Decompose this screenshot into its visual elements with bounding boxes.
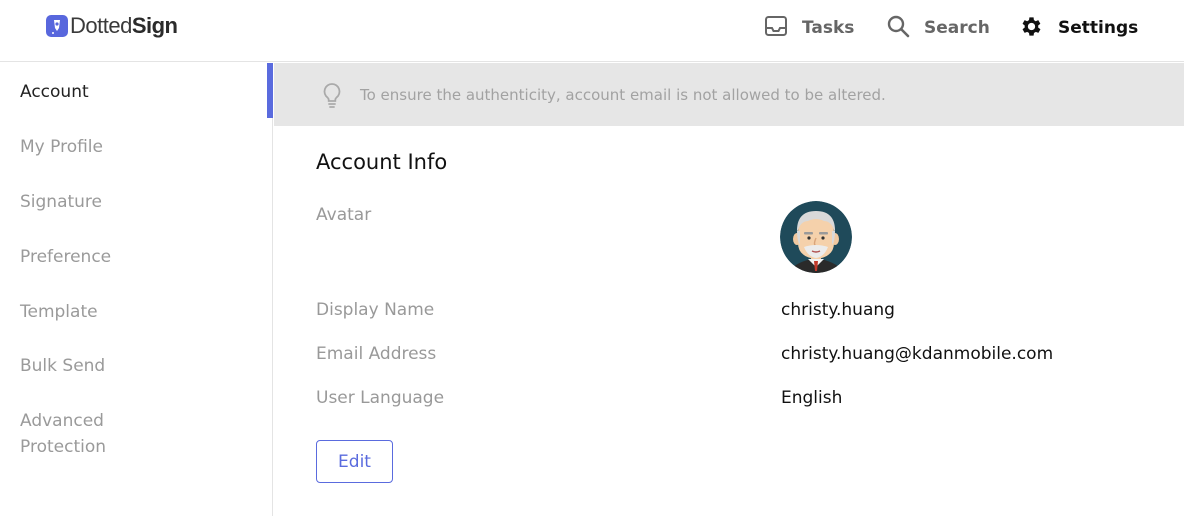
email-address-label: Email Address bbox=[316, 344, 437, 364]
nav-settings-label: Settings bbox=[1058, 18, 1139, 38]
user-language-value: English bbox=[781, 388, 843, 408]
sidebar-item-advanced-protection[interactable]: Advanced Protection bbox=[20, 408, 140, 460]
inbox-tray-icon bbox=[764, 14, 788, 42]
sidebar-item-signature[interactable]: Signature bbox=[20, 189, 250, 215]
settings-sidebar: Account My Profile Signature Preference … bbox=[0, 63, 273, 516]
display-name-label: Display Name bbox=[316, 300, 435, 320]
user-avatar bbox=[780, 201, 852, 273]
edit-button[interactable]: Edit bbox=[316, 440, 393, 483]
dottedsign-logo-icon bbox=[46, 15, 68, 37]
nav-search[interactable]: Search bbox=[886, 0, 990, 56]
gear-icon bbox=[1019, 14, 1044, 43]
banner-message: To ensure the authenticity, account emai… bbox=[360, 86, 886, 104]
nav-search-label: Search bbox=[924, 18, 990, 38]
nav-tasks[interactable]: Tasks bbox=[764, 0, 854, 56]
sidebar-item-account[interactable]: Account bbox=[20, 79, 250, 105]
nav-settings[interactable]: Settings bbox=[1019, 0, 1138, 56]
lightbulb-icon bbox=[322, 82, 342, 112]
section-title: Account Info bbox=[316, 150, 448, 174]
info-banner: To ensure the authenticity, account emai… bbox=[274, 63, 1184, 126]
account-info-panel: Account Info Avatar Display Name christy… bbox=[274, 126, 1184, 516]
sidebar-item-preference[interactable]: Preference bbox=[20, 244, 250, 270]
sidebar-item-my-profile[interactable]: My Profile bbox=[20, 134, 250, 160]
nav-tasks-label: Tasks bbox=[802, 18, 855, 38]
avatar-label: Avatar bbox=[316, 205, 372, 225]
app-logo-text: DottedSign bbox=[70, 13, 178, 38]
sidebar-item-template[interactable]: Template bbox=[20, 299, 250, 325]
top-bar: DottedSign Tasks Search Settings bbox=[0, 0, 1184, 62]
app-logo[interactable]: DottedSign bbox=[46, 13, 178, 39]
magnifier-icon bbox=[886, 14, 910, 42]
user-language-label: User Language bbox=[316, 388, 445, 408]
sidebar-active-indicator bbox=[267, 63, 273, 118]
sidebar-item-bulk-send[interactable]: Bulk Send bbox=[20, 353, 250, 379]
display-name-value: christy.huang bbox=[781, 300, 895, 320]
email-address-value: christy.huang@kdanmobile.com bbox=[781, 344, 1054, 364]
